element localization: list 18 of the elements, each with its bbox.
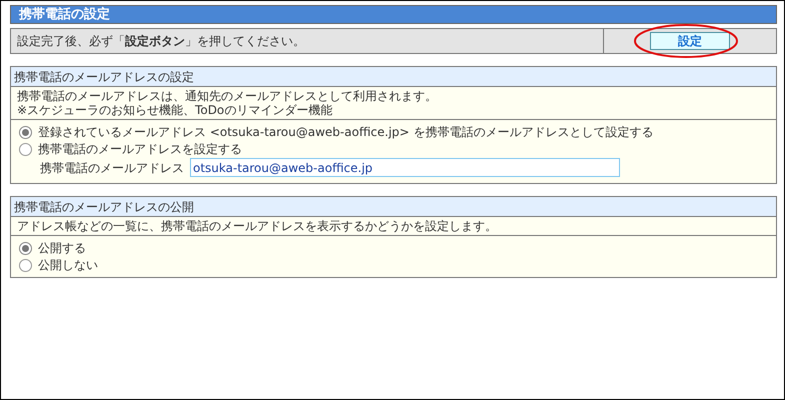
description-text: アドレス帳などの一覧に、携帯電話のメールアドレスを表示するかどうかを設定します。 — [17, 219, 498, 233]
option-label: 携帯電話のメールアドレスを設定する — [38, 141, 242, 158]
field-label: 携帯電話のメールアドレス — [40, 160, 184, 176]
option-label: 登録されているメールアドレス <otsuka-tarou@aweb-aoffice.jp> を携帯電話のメールアドレスとして設定する — [38, 124, 654, 141]
notice-text: 設定完了後、必ず「設定ボタン」を押してください。 — [17, 33, 305, 50]
section-heading: 携帯電話のメールアドレスの設定 — [11, 67, 776, 87]
page-title: 携帯電話の設定 — [10, 5, 777, 24]
email-field[interactable]: otsuka-tarou@aweb-aoffice.jp — [190, 158, 620, 177]
option-label: 公開しない — [38, 257, 98, 274]
radio-button[interactable] — [19, 142, 32, 156]
radio-button[interactable] — [19, 242, 32, 254]
section-heading: 携帯電話のメールアドレスの公開 — [11, 197, 776, 217]
description-text: ※スケジューラのお知らせ機能、ToDoのリマインダー機能 — [17, 103, 334, 117]
set-button[interactable]: 設定 — [650, 32, 730, 50]
radio-button[interactable] — [19, 258, 32, 272]
option-label: 公開する — [38, 240, 86, 257]
description-text: 携帯電話のメールアドレスは、通知先のメールアドレスとして利用されます。 — [17, 89, 438, 103]
radio-button[interactable] — [19, 126, 32, 138]
